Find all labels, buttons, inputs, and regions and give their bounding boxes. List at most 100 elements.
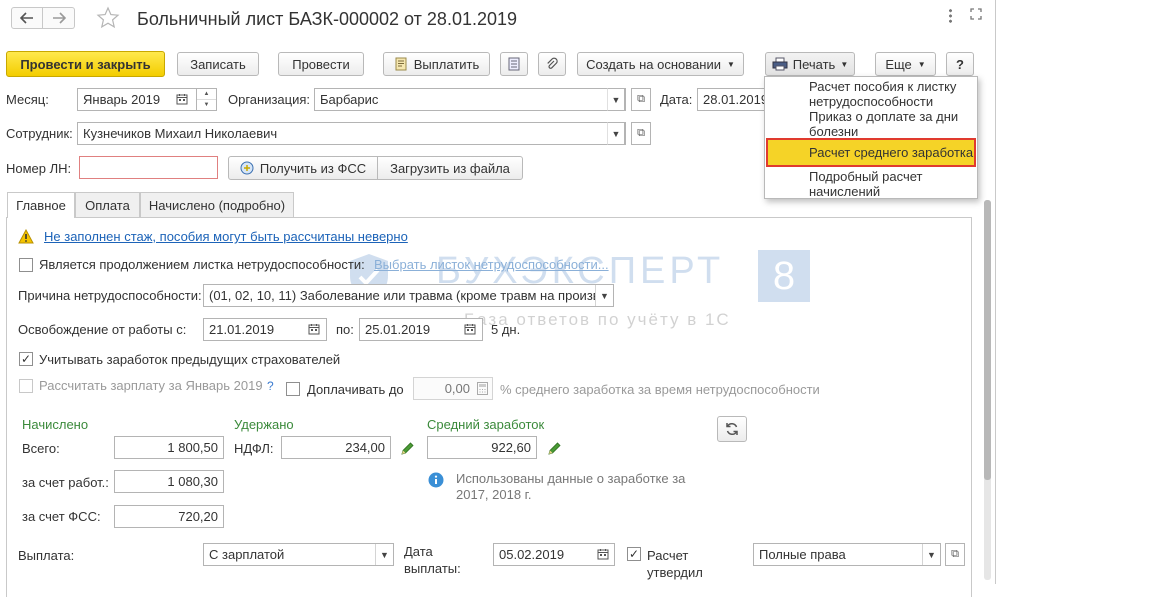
tab-main-label: Главное — [16, 198, 66, 213]
post-button[interactable]: Провести — [278, 52, 364, 76]
employee-value: Кузнечиков Михаил Николаевич — [83, 126, 278, 141]
ln-number-input[interactable] — [79, 156, 218, 179]
scrollbar-thumb[interactable] — [984, 200, 991, 480]
print-menu-item-benefit-calc[interactable]: Расчет пособия к листку нетрудоспособнос… — [765, 79, 977, 109]
tab-accrued-detailed-label: Начислено (подробно) — [148, 197, 286, 213]
payment-label: Выплата: — [18, 548, 75, 563]
organization-input[interactable]: Барбарис — [314, 88, 626, 111]
tab-payment[interactable]: Оплата — [75, 192, 140, 217]
withheld-header: Удержано — [234, 417, 294, 432]
print-menu-item-detailed-calc[interactable]: Подробный расчет начислений — [765, 169, 977, 199]
document-journal-button[interactable] — [500, 52, 528, 76]
calc-salary-help[interactable]: ? — [267, 378, 274, 394]
reason-value: (01, 02, 10, 11) Заболевание или травма … — [209, 288, 600, 303]
window-menu-button[interactable] — [944, 6, 956, 26]
fss-share-value: 720,20 — [178, 509, 218, 524]
month-label: Месяц: — [6, 92, 49, 107]
consider-previous-label: Учитывать заработок предыдущих страховат… — [39, 352, 341, 367]
back-button[interactable] — [11, 7, 43, 29]
month-spinner[interactable]: ▲ ▼ — [197, 88, 217, 111]
attachments-button[interactable] — [538, 52, 566, 76]
release-to-value: 25.01.2019 — [365, 322, 431, 337]
more-vertical-icon — [948, 8, 952, 24]
maximize-button[interactable] — [970, 8, 984, 22]
open-icon: ⧉ — [637, 93, 645, 105]
select-sick-leave-link[interactable]: Выбрать листок нетрудоспособности... — [374, 257, 609, 273]
print-button[interactable]: Печать ▼ — [765, 52, 855, 76]
date-label: Дата: — [660, 92, 693, 107]
employee-dropdown[interactable]: ▼ — [607, 122, 625, 145]
create-based-on-button[interactable]: Создать на основании ▼ — [577, 52, 744, 76]
chevron-down-icon: ▼ — [380, 549, 389, 560]
avg-earnings-value: 922,60 — [491, 440, 531, 455]
experience-warning-link[interactable]: Не заполнен стаж, пособия могут быть рас… — [44, 229, 408, 245]
calculator-icon[interactable] — [477, 382, 489, 395]
save-button[interactable]: Записать — [177, 52, 259, 76]
rights-select[interactable]: Полные права — [753, 543, 941, 566]
total-field: 1 800,50 — [114, 436, 224, 459]
payment-select[interactable]: С зарплатой — [203, 543, 394, 566]
tab-accrued-detailed[interactable]: Начислено (подробно) — [140, 192, 294, 217]
spin-up-icon[interactable]: ▲ — [197, 89, 216, 100]
avg-earnings-field: 922,60 — [427, 436, 537, 459]
print-menu-item-order-surcharge[interactable]: Приказ о доплате за дни болезни — [765, 109, 977, 139]
reason-select[interactable]: (01, 02, 10, 11) Заболевание или травма … — [203, 284, 614, 307]
pay-document-icon — [395, 57, 407, 71]
tab-main[interactable]: Главное — [7, 192, 75, 218]
info-icon — [428, 472, 444, 488]
pay-label: Выплатить — [413, 56, 480, 72]
window-title: Больничный лист БАЗК-000002 от 28.01.201… — [137, 9, 518, 29]
total-label: Всего: — [22, 441, 60, 456]
consider-previous-checkbox[interactable]: ✓ — [19, 352, 33, 366]
more-button[interactable]: Еще ▼ — [875, 52, 936, 76]
fss-icon — [240, 161, 254, 175]
fss-share-field: 720,20 — [114, 505, 224, 528]
topup-value: 0,00 — [444, 381, 470, 396]
favorite-button[interactable] — [96, 6, 122, 30]
tab-payment-label: Оплата — [85, 197, 130, 213]
release-from-label: Освобождение от работы с: — [18, 322, 187, 337]
forward-button[interactable] — [43, 7, 75, 29]
spin-down-icon[interactable]: ▼ — [197, 100, 216, 111]
reason-dropdown[interactable]: ▼ — [595, 285, 613, 306]
employee-input[interactable]: Кузнечиков Михаил Николаевич — [77, 122, 626, 145]
watermark-digit: 8 — [758, 250, 810, 302]
help-button[interactable]: ? — [946, 52, 974, 76]
edit-ndfl-pencil-icon[interactable] — [400, 441, 416, 457]
get-from-fss-label: Получить из ФСС — [259, 160, 367, 176]
post-label: Провести — [292, 56, 350, 72]
vertical-scrollbar[interactable] — [984, 200, 991, 580]
organization-dropdown[interactable]: ▼ — [607, 88, 625, 111]
employee-label: Сотрудник: — [6, 126, 73, 141]
get-from-fss-button[interactable]: Получить из ФСС — [228, 156, 378, 180]
print-menu-item-avg-earnings[interactable]: Расчет среднего заработка — [766, 138, 976, 167]
post-and-close-button[interactable]: Провести и закрыть — [6, 51, 165, 77]
employee-open-button[interactable]: ⧉ — [631, 122, 651, 145]
payment-dropdown[interactable]: ▼ — [375, 544, 393, 565]
calendar-icon[interactable] — [308, 323, 322, 336]
pay-button[interactable]: Выплатить — [383, 52, 490, 76]
chevron-down-icon: ▼ — [611, 128, 621, 139]
calc-salary-checkbox[interactable] — [19, 379, 33, 393]
topup-checkbox[interactable] — [286, 382, 300, 396]
print-menu-item-label: Подробный расчет начислений — [809, 169, 923, 199]
print-label: Печать — [792, 56, 836, 72]
list-icon — [508, 57, 520, 71]
save-label: Записать — [190, 56, 246, 72]
rights-open-button[interactable]: ⧉ — [945, 543, 965, 566]
refresh-icon — [726, 422, 738, 436]
calendar-icon[interactable] — [176, 93, 190, 106]
calendar-icon[interactable] — [464, 323, 478, 336]
date-input[interactable]: 28.01.2019 — [697, 88, 767, 111]
organization-open-button[interactable]: ⧉ — [631, 88, 651, 111]
reason-label: Причина нетрудоспособности: — [18, 288, 202, 303]
load-from-file-button[interactable]: Загрузить из файла — [377, 156, 523, 180]
calc-salary-label: Рассчитать зарплату за Январь 2019 — [39, 378, 263, 393]
edit-avg-pencil-icon[interactable] — [547, 441, 563, 457]
approved-checkbox[interactable]: ✓ — [627, 547, 641, 561]
calendar-icon[interactable] — [597, 548, 611, 561]
recalculate-button[interactable] — [717, 416, 747, 442]
continuation-checkbox[interactable] — [19, 258, 33, 272]
ndfl-field: 234,00 — [281, 436, 391, 459]
rights-dropdown[interactable]: ▼ — [922, 544, 940, 565]
